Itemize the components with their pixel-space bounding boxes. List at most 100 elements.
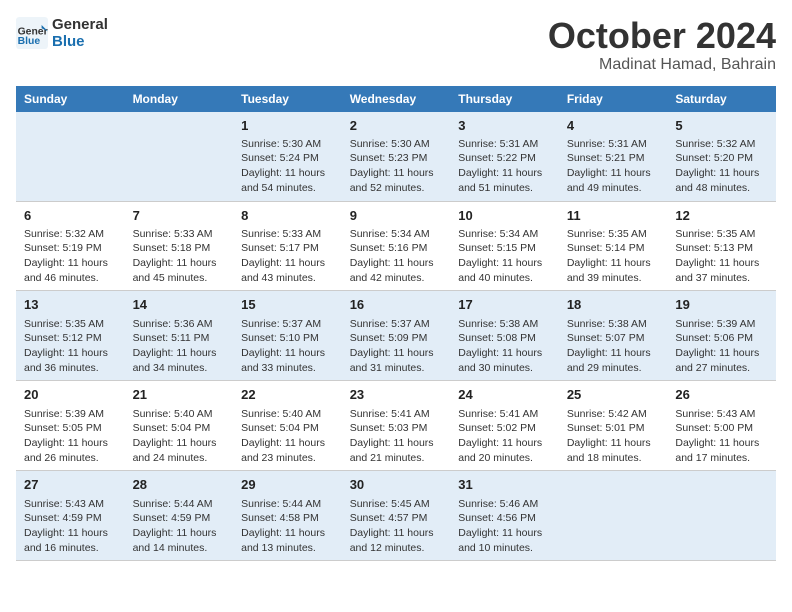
page-header: General Blue General Blue October 2024 M… [16,16,776,74]
day-number: 2 [350,117,443,135]
info-line: Sunset: 5:16 PM [350,242,428,254]
weekday-header: Wednesday [342,86,451,112]
cell-info: Sunrise: 5:41 AMSunset: 5:03 PMDaylight:… [350,407,443,466]
day-number: 1 [241,117,334,135]
calendar-cell: 28Sunrise: 5:44 AMSunset: 4:59 PMDayligh… [125,471,234,561]
calendar-cell: 1Sunrise: 5:30 AMSunset: 5:24 PMDaylight… [233,112,342,201]
info-line: Daylight: 11 hours and 30 minutes. [458,347,542,374]
info-line: Sunrise: 5:32 AM [675,138,755,150]
calendar-cell: 25Sunrise: 5:42 AMSunset: 5:01 PMDayligh… [559,381,668,471]
info-line: Daylight: 11 hours and 23 minutes. [241,437,325,464]
weekday-header: Tuesday [233,86,342,112]
cell-info: Sunrise: 5:31 AMSunset: 5:22 PMDaylight:… [458,137,551,196]
info-line: Daylight: 11 hours and 46 minutes. [24,257,108,284]
info-line: Daylight: 11 hours and 14 minutes. [133,527,217,554]
info-line: Sunrise: 5:34 AM [350,228,430,240]
week-row: 20 Sunrise: 5:39 AM Sunset: 5:05 PM Dayligh… [16,381,776,471]
cell-info: Sunrise: 5:32 AMSunset: 5:19 PMDaylight:… [24,227,117,286]
info-line: Daylight: 11 hours and 43 minutes. [241,257,325,284]
day-number: 21 [133,386,226,404]
day-number: 12 [675,207,768,225]
info-line: Sunrise: 5:30 AM [241,138,321,150]
info-line: Sunrise: 5:44 AM [133,498,213,510]
calendar-cell: 30Sunrise: 5:45 AMSunset: 4:57 PMDayligh… [342,471,451,561]
info-line: Sunrise: 5:35 AM [24,318,104,330]
location-title: Madinat Hamad, Bahrain [548,56,776,74]
day-number: 29 [241,476,334,494]
info-line: Sunset: 5:00 PM [675,422,753,434]
info-line: Daylight: 11 hours and 27 minutes. [675,347,759,374]
day-number: 17 [458,296,551,314]
week-row: 13Sunrise: 5:35 AMSunset: 5:12 PMDayligh… [16,291,776,381]
info-line: Daylight: 11 hours and 51 minutes. [458,167,542,194]
info-line: Sunrise: 5:31 AM [458,138,538,150]
info-line: Sunrise: 5:36 AM [133,318,213,330]
info-line: Sunrise: 5:39 AM [675,318,755,330]
cell-info: Sunrise: 5:45 AMSunset: 4:57 PMDaylight:… [350,497,443,556]
calendar-cell: 4 Sunrise: 5:31 AMSunset: 5:21 PMDaylight… [559,112,668,201]
calendar-cell: 31Sunrise: 5:46 AMSunset: 4:56 PMDayligh… [450,471,559,561]
calendar-table: SundayMondayTuesdayWednesdayThursdayFrid… [16,86,776,562]
calendar-cell: 21 Sunrise: 5:40 AMSunset: 5:04 PMDayligh… [125,381,234,471]
calendar-cell: 27Sunrise: 5:43 AMSunset: 4:59 PMDayligh… [16,471,125,561]
day-number: 4 [567,117,660,135]
cell-info: Sunrise: 5:31 AMSunset: 5:21 PMDaylight:… [567,137,660,196]
day-number: 19 [675,296,768,314]
calendar-cell: 23Sunrise: 5:41 AMSunset: 5:03 PMDayligh… [342,381,451,471]
cell-info: Sunrise: 5:46 AMSunset: 4:56 PMDaylight:… [458,497,551,556]
info-line: Daylight: 11 hours and 31 minutes. [350,347,434,374]
info-line: Daylight: 11 hours and 10 minutes. [458,527,542,554]
info-line: Sunrise: 5:37 AM [350,318,430,330]
cell-info: Sunrise: 5:34 AM Sunset: 5:16 PM Daylight:… [350,227,443,286]
info-line: Sunrise: 5:40 AM [241,408,321,420]
day-number: 20 [24,386,117,404]
cell-info: Sunrise: 5:40 AMSunset: 5:04 PMDaylight:… [133,407,226,466]
logo: General Blue General Blue [16,16,108,50]
info-line: Daylight: 11 hours and 20 minutes. [458,437,542,464]
cell-info: Sunrise: 5:42 AMSunset: 5:01 PMDaylight:… [567,407,660,466]
day-number: 16 [350,296,443,314]
calendar-cell: 26Sunrise: 5:43 AMSunset: 5:00 PMDayligh… [667,381,776,471]
info-line: Daylight: 11 hours and 36 minutes. [24,347,108,374]
cell-info: Sunrise: 5:33 AMSunset: 5:18 PMDaylight:… [133,227,226,286]
cell-info: Sunrise: 5:43 AMSunset: 4:59 PMDaylight:… [24,497,117,556]
info-line: Sunrise: 5:43 AM [675,408,755,420]
info-line: Sunset: 5:23 PM [350,152,428,164]
day-number: 10 [458,207,551,225]
cell-info: Sunrise: 5:35 AMSunset: 5:14 PMDaylight:… [567,227,660,286]
day-number: 8 [241,207,334,225]
info-line: Sunset: 5:12 PM [24,332,102,344]
day-number: 9 [350,207,443,225]
weekday-header: Thursday [450,86,559,112]
info-line: Sunrise: 5:39 AM [24,408,104,420]
calendar-cell: 11Sunrise: 5:35 AMSunset: 5:14 PMDayligh… [559,201,668,291]
info-line: Daylight: 11 hours and 42 minutes. [350,257,434,284]
cell-info: Sunrise: 5:38 AMSunset: 5:07 PMDaylight:… [567,317,660,376]
info-line: Sunset: 5:05 PM [24,422,102,434]
calendar-cell: 15Sunrise: 5:37 AMSunset: 5:10 PMDayligh… [233,291,342,381]
cell-info: Sunrise: 5:33 AMSunset: 5:17 PMDaylight:… [241,227,334,286]
calendar-cell: 8 Sunrise: 5:33 AMSunset: 5:17 PMDaylight… [233,201,342,291]
title-block: October 2024 Madinat Hamad, Bahrain [548,16,776,74]
info-line: Sunset: 5:08 PM [458,332,536,344]
info-line: Sunset: 4:59 PM [133,512,211,524]
info-line: Daylight: 11 hours and 39 minutes. [567,257,651,284]
calendar-cell [125,112,234,201]
info-line: Daylight: 11 hours and 54 minutes. [241,167,325,194]
info-line: Daylight: 11 hours and 48 minutes. [675,167,759,194]
cell-info: Sunrise: 5:43 AMSunset: 5:00 PMDaylight:… [675,407,768,466]
cell-info: Sunrise: 5:39 AMSunset: 5:05 PMDaylight:… [24,407,117,466]
info-line: Sunset: 5:14 PM [567,242,645,254]
info-line: Sunset: 5:09 PM [350,332,428,344]
info-line: Daylight: 11 hours and 12 minutes. [350,527,434,554]
day-number: 22 [241,386,334,404]
calendar-cell: 19 Sunrise: 5:39 AMSunset: 5:06 PMDayligh… [667,291,776,381]
info-line: Sunset: 5:04 PM [133,422,211,434]
calendar-cell [16,112,125,201]
calendar-cell: 5Sunrise: 5:32 AMSunset: 5:20 PMDaylight… [667,112,776,201]
info-line: Sunrise: 5:38 AM [567,318,647,330]
info-line: Sunrise: 5:42 AM [567,408,647,420]
day-number: 5 [675,117,768,135]
info-line: Sunrise: 5:45 AM [350,498,430,510]
cell-info: Sunrise: 5:39 AMSunset: 5:06 PMDaylight:… [675,317,768,376]
